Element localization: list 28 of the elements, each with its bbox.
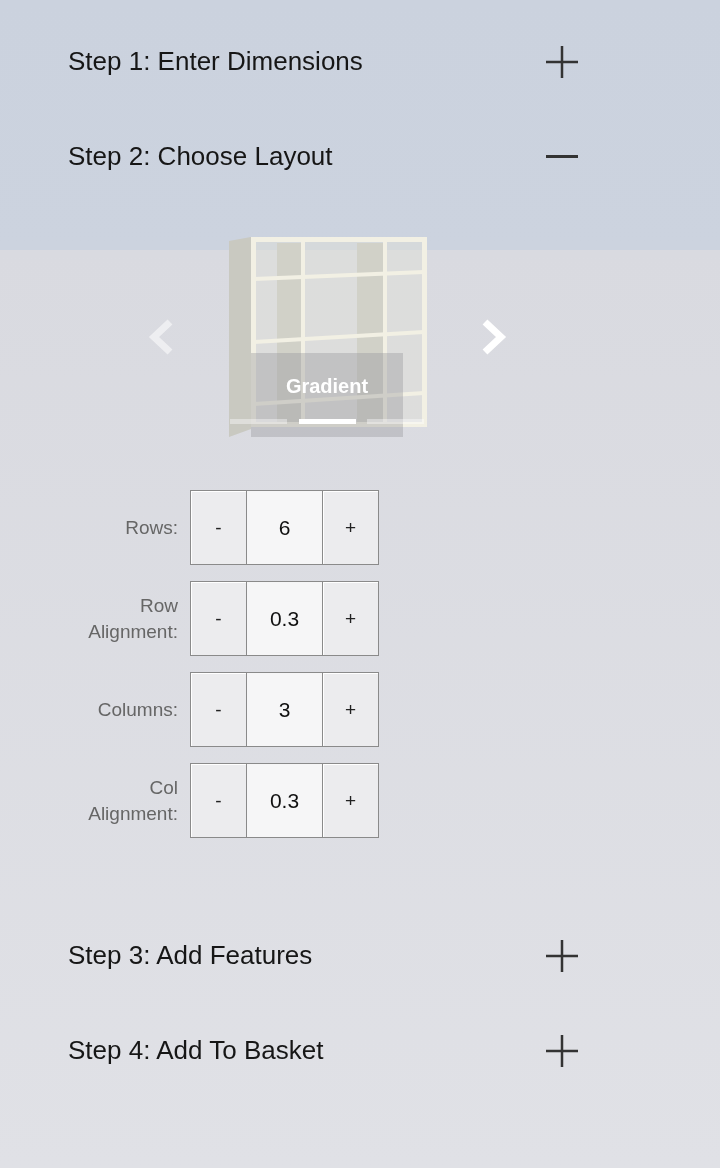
- increment-button[interactable]: +: [323, 491, 378, 564]
- decrement-button[interactable]: -: [191, 673, 246, 746]
- slide-indicator[interactable]: [367, 419, 424, 424]
- value-display: 0.3: [246, 582, 323, 655]
- accordion-header[interactable]: Step 4: Add To Basket: [0, 1003, 720, 1098]
- accordion-header[interactable]: Step 2: Choose Layout: [0, 109, 720, 204]
- value-display: 0.3: [246, 764, 323, 837]
- increment-button[interactable]: +: [323, 764, 378, 837]
- setting-label: Col Alignment:: [87, 775, 178, 826]
- value-display: 6: [246, 491, 323, 564]
- accordion-header[interactable]: Step 3: Add Features: [0, 908, 720, 1003]
- setting-label: Columns:: [96, 697, 178, 722]
- slide-indicator[interactable]: [230, 419, 287, 424]
- decrement-button[interactable]: -: [191, 764, 246, 837]
- decrement-button[interactable]: -: [191, 491, 246, 564]
- setting-label: Row Alignment:: [87, 593, 178, 644]
- expand-plus-icon: [546, 1034, 578, 1067]
- accordion-header[interactable]: Step 1: Enter Dimensions: [0, 14, 720, 109]
- increment-button[interactable]: +: [323, 582, 378, 655]
- value-display: 3: [246, 673, 323, 746]
- layout-name: Gradient: [285, 375, 369, 398]
- increment-button[interactable]: +: [323, 673, 378, 746]
- expand-plus-icon: [546, 45, 578, 78]
- collapse-minus-icon: [546, 155, 578, 158]
- decrement-button[interactable]: -: [191, 582, 246, 655]
- expand-plus-icon: [546, 939, 578, 972]
- slide-indicator[interactable]: [298, 419, 356, 424]
- setting-label: Rows:: [124, 515, 178, 540]
